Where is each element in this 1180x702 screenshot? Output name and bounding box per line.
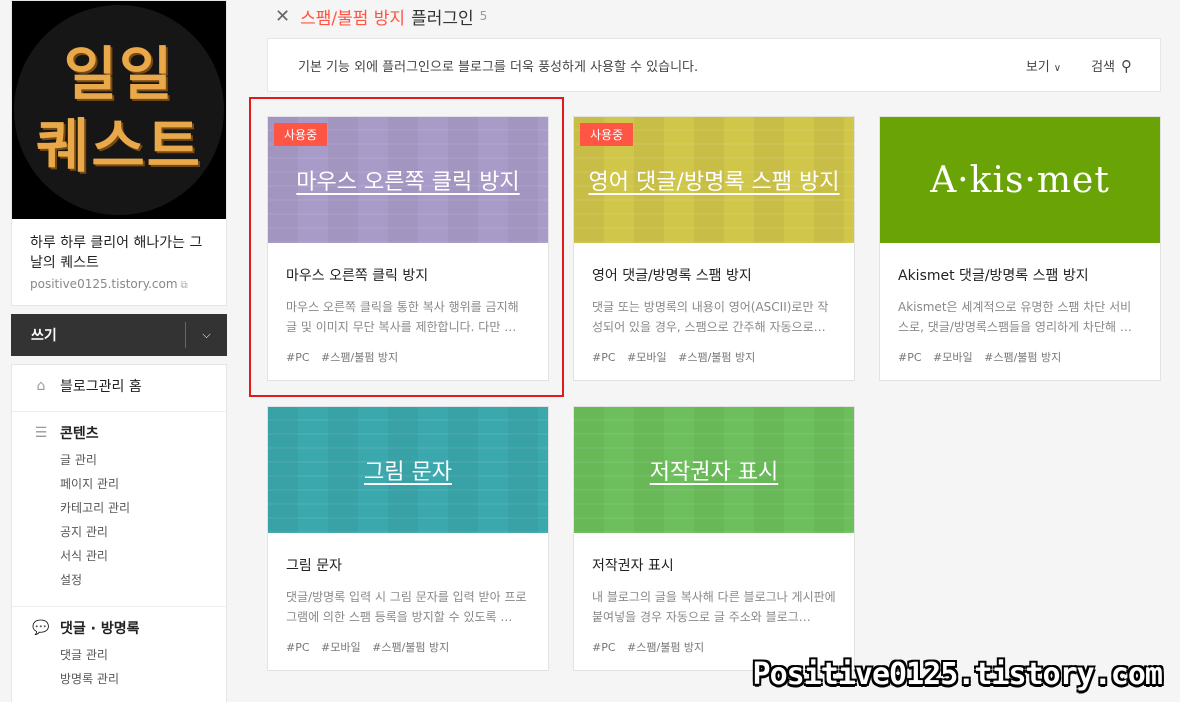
tag: #스팸/불펌 방지: [678, 351, 756, 364]
profile-box: 일일 퀘스트 하루 하루 클리어 해나가는 그 날의 퀘스트 positive0…: [11, 0, 227, 306]
in-use-badge: 사용중: [274, 123, 328, 146]
external-link-icon: ⧉: [180, 280, 188, 291]
plugin-name[interactable]: Akismet 댓글/방명록 스팸 방지: [898, 265, 1142, 285]
menu-home-label: 블로그관리 홈: [60, 379, 142, 395]
tag: #PC: [286, 641, 310, 654]
plugin-card-english-spam-block[interactable]: 사용중 영어 댓글/방명록 스팸 방지 영어 댓글/방명록 스팸 방지 댓글 또…: [573, 116, 855, 381]
menu-sub-template-manage[interactable]: 서식 관리: [12, 544, 226, 568]
plugin-name[interactable]: 저작권자 표시: [592, 555, 836, 575]
plugin-name[interactable]: 마우스 오른쪽 클릭 방지: [286, 265, 530, 285]
menu-item-contents[interactable]: ☰ 콘텐츠: [12, 422, 226, 444]
plugin-tags: #PC #스팸/불펌 방지: [592, 639, 836, 655]
plugin-thumbnail[interactable]: 사용중 영어 댓글/방명록 스팸 방지: [574, 117, 854, 243]
plugin-description: Akismet은 세계적으로 유명한 스팸 차단 서비스로, 댓글/방명록스팸들…: [898, 300, 1132, 334]
blog-url-link[interactable]: positive0125.tistory.com ⧉: [30, 277, 208, 291]
close-icon[interactable]: ✕: [275, 6, 290, 27]
sidebar: 일일 퀘스트 하루 하루 클리어 해나가는 그 날의 퀘스트 positive0…: [11, 0, 227, 702]
write-button[interactable]: 쓰기: [11, 325, 57, 345]
plugin-tags: #PC #스팸/불펌 방지: [286, 349, 530, 365]
admin-menu: ⌂ 블로그관리 홈 ☰ 콘텐츠 글 관리 페이지 관리 카테고리 관리 공지 관…: [11, 364, 227, 702]
write-bar: 쓰기 ⌵: [11, 314, 227, 356]
menu-contents-label: 콘텐츠: [60, 426, 99, 442]
plugin-card-right-click-block[interactable]: 사용중 마우스 오른쪽 클릭 방지 마우스 오른쪽 클릭 방지 마우스 오른쪽 …: [267, 116, 549, 381]
tag: #PC: [592, 641, 616, 654]
watermark-text: Positive0125.tistory.com: [752, 657, 1163, 692]
tag: #스팸/불펌 방지: [627, 641, 705, 654]
tag: #스팸/불펌 방지: [372, 641, 450, 654]
chevron-down-icon: ∨: [1053, 62, 1062, 74]
tag: #모바일: [321, 641, 361, 654]
plugin-card-akismet[interactable]: A·kis·met Akismet 댓글/방명록 스팸 방지 Akismet은 …: [879, 116, 1161, 381]
thumbnail-title: 저작권자 표시: [649, 460, 779, 485]
plugin-description: 내 블로그의 글을 복사해 다른 블로그나 게시판에 붙여넣을 경우 자동으로 …: [592, 590, 836, 624]
menu-comments-label: 댓글 · 방명록: [60, 621, 140, 637]
category-filter-label[interactable]: 스팸/불펌 방지: [300, 4, 405, 29]
thumbnail-title: 마우스 오른쪽 클릭 방지: [296, 170, 520, 195]
menu-sub-comment-manage[interactable]: 댓글 관리: [12, 643, 226, 667]
blog-name[interactable]: 하루 하루 클리어 해나가는 그 날의 퀘스트: [30, 233, 208, 273]
plugin-card-captcha[interactable]: 그림 문자 그림 문자 댓글/방명록 입력 시 그림 문자를 입력 받아 프로그…: [267, 406, 549, 671]
main-content: ✕ 스팸/불펌 방지 플러그인 5 기본 기능 외에 플러그인으로 블로그를 더…: [267, 0, 1161, 676]
document-icon: ☰: [34, 425, 48, 441]
akismet-logo: A·kis·met: [930, 159, 1110, 201]
info-bar: 기본 기능 외에 플러그인으로 블로그를 더욱 풍성하게 사용할 수 있습니다.…: [267, 38, 1161, 92]
plugin-tags: #PC #모바일 #스팸/불펌 방지: [898, 349, 1142, 365]
tag: #PC: [286, 351, 310, 364]
menu-sub-notice-manage[interactable]: 공지 관리: [12, 520, 226, 544]
search-button[interactable]: 검색 ⚲: [1091, 56, 1132, 75]
view-dropdown[interactable]: 보기 ∨: [1026, 56, 1061, 75]
plugin-thumbnail[interactable]: 사용중 마우스 오른쪽 클릭 방지: [268, 117, 548, 243]
search-label: 검색: [1091, 59, 1115, 75]
search-icon: ⚲: [1121, 56, 1132, 75]
thumbnail-title: 그림 문자: [364, 460, 452, 485]
menu-sub-guestbook-manage[interactable]: 방명록 관리: [12, 667, 226, 691]
tag: #스팸/불펌 방지: [321, 351, 399, 364]
menu-sub-category-manage[interactable]: 카테고리 관리: [12, 496, 226, 520]
tag: #모바일: [627, 351, 667, 364]
in-use-badge: 사용중: [580, 123, 634, 146]
tag: #스팸/불펌 방지: [984, 351, 1062, 364]
view-label: 보기: [1025, 59, 1050, 75]
chevron-down-icon[interactable]: ⌵: [185, 322, 227, 348]
plugin-tags: #PC #모바일 #스팸/불펌 방지: [286, 639, 530, 655]
profile-logo-text: 일일 퀘스트: [35, 40, 203, 180]
thumbnail-title: 영어 댓글/방명록 스팸 방지: [588, 170, 840, 195]
tag: #PC: [592, 351, 616, 364]
plugin-description: 마우스 오른쪽 클릭을 통한 복사 행위를 금지해 글 및 이미지 무단 복사를…: [286, 300, 519, 334]
plugin-thumbnail[interactable]: 그림 문자: [268, 407, 548, 533]
plugin-thumbnail[interactable]: 저작권자 표시: [574, 407, 854, 533]
plugin-name[interactable]: 그림 문자: [286, 555, 530, 575]
menu-sub-settings[interactable]: 설정: [12, 568, 226, 592]
plugin-grid: 사용중 마우스 오른쪽 클릭 방지 마우스 오른쪽 클릭 방지 마우스 오른쪽 …: [267, 116, 1161, 676]
menu-item-comments[interactable]: 💬 댓글 · 방명록: [12, 617, 226, 639]
tag: #모바일: [933, 351, 973, 364]
plugin-thumbnail[interactable]: A·kis·met: [880, 117, 1160, 243]
plugin-card-copyright[interactable]: 저작권자 표시 저작권자 표시 내 블로그의 글을 복사해 다른 블로그나 게시…: [573, 406, 855, 671]
plugin-name[interactable]: 영어 댓글/방명록 스팸 방지: [592, 265, 836, 285]
plugin-tags: #PC #모바일 #스팸/불펌 방지: [592, 349, 836, 365]
plugin-description: 댓글/방명록 입력 시 그림 문자를 입력 받아 프로그램에 의한 스팸 등록을…: [286, 590, 527, 624]
blog-profile-image[interactable]: 일일 퀘스트: [12, 1, 226, 219]
tag: #PC: [898, 351, 922, 364]
menu-sub-post-manage[interactable]: 글 관리: [12, 448, 226, 472]
info-description: 기본 기능 외에 플러그인으로 블로그를 더욱 풍성하게 사용할 수 있습니다.: [298, 59, 699, 75]
menu-sub-page-manage[interactable]: 페이지 관리: [12, 472, 226, 496]
plugin-description: 댓글 또는 방명록의 내용이 영어(ASCII)로만 작성되어 있을 경우, 스…: [592, 300, 829, 334]
plugin-count: 5: [479, 9, 488, 23]
blog-url-text: positive0125.tistory.com: [30, 277, 178, 291]
speech-bubble-icon: 💬: [32, 620, 50, 636]
page-title-suffix: 플러그인: [411, 8, 474, 29]
home-icon: ⌂: [36, 378, 46, 394]
menu-item-home[interactable]: ⌂ 블로그관리 홈: [12, 375, 226, 397]
page-title: ✕ 스팸/불펌 방지 플러그인 5: [267, 0, 1161, 32]
